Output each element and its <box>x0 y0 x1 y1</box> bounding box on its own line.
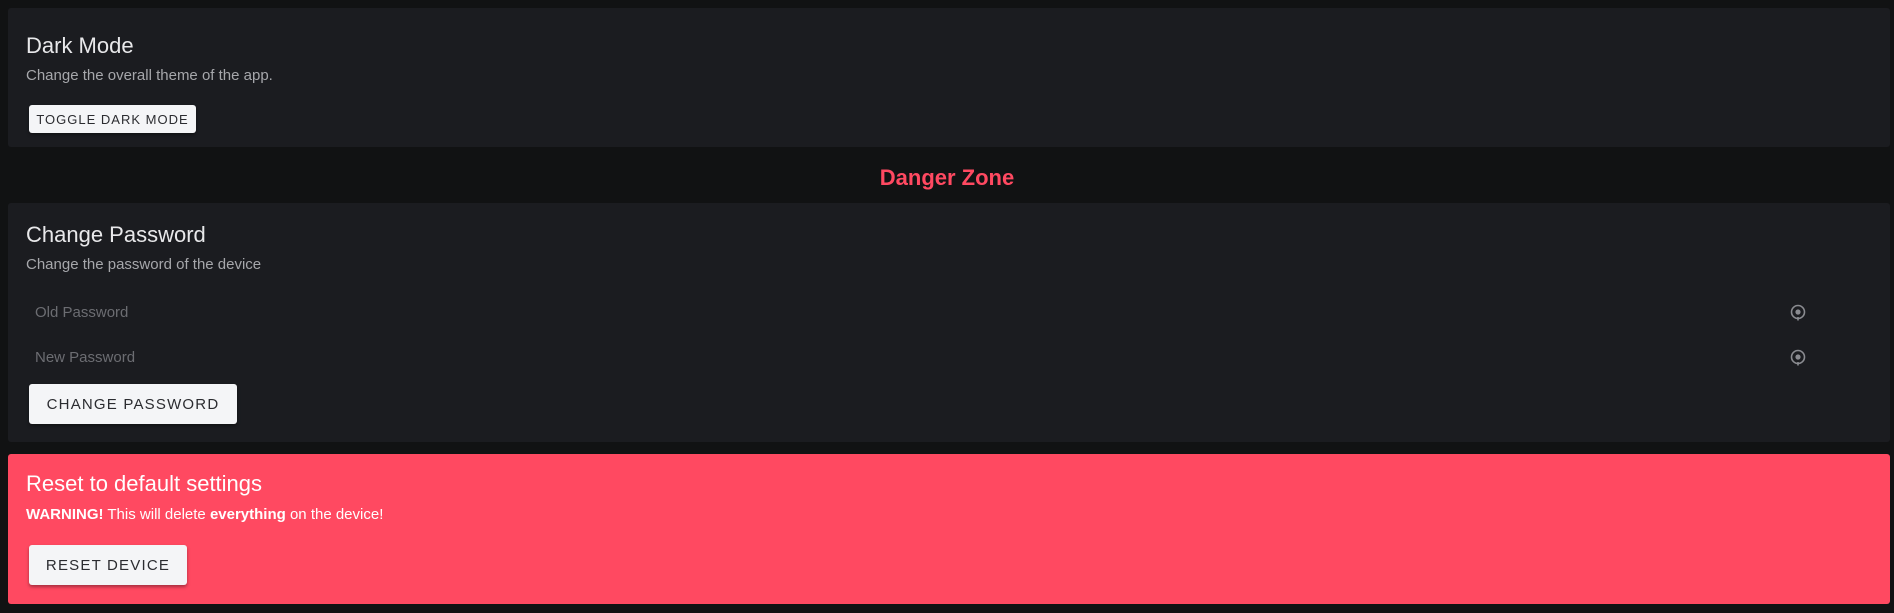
reset-device-button[interactable]: RESET DEVICE <box>29 545 187 585</box>
eye-icon[interactable] <box>1789 348 1807 366</box>
warning-text: This will delete <box>103 506 210 523</box>
change-password-card: Change Password Change the password of t… <box>8 203 1890 442</box>
dark-mode-description: Change the overall theme of the app. <box>26 67 273 84</box>
toggle-dark-mode-button[interactable]: TOGGLE DARK MODE <box>29 105 196 133</box>
dark-mode-title: Dark Mode <box>26 33 134 58</box>
eye-icon[interactable] <box>1789 303 1807 321</box>
old-password-row <box>26 295 1826 329</box>
dark-mode-card: Dark Mode Change the overall theme of th… <box>8 8 1890 147</box>
old-password-input[interactable] <box>26 295 1786 329</box>
settings-page: Dark Mode Change the overall theme of th… <box>0 0 1894 613</box>
new-password-input[interactable] <box>26 340 1786 374</box>
warning-label: WARNING! <box>26 506 104 523</box>
reset-card: Reset to default settings WARNING! This … <box>8 454 1890 604</box>
danger-zone-heading: Danger Zone <box>879 165 1015 190</box>
warning-emphasis: everything <box>209 506 286 523</box>
change-password-description: Change the password of the device <box>26 256 262 273</box>
reset-title: Reset to default settings <box>26 471 263 496</box>
reset-warning: WARNING! This will delete everything on … <box>26 506 383 523</box>
new-password-row <box>26 340 1826 374</box>
warning-suffix: on the device! <box>285 506 384 523</box>
change-password-button[interactable]: CHANGE PASSWORD <box>29 384 237 424</box>
change-password-title: Change Password <box>26 222 206 247</box>
